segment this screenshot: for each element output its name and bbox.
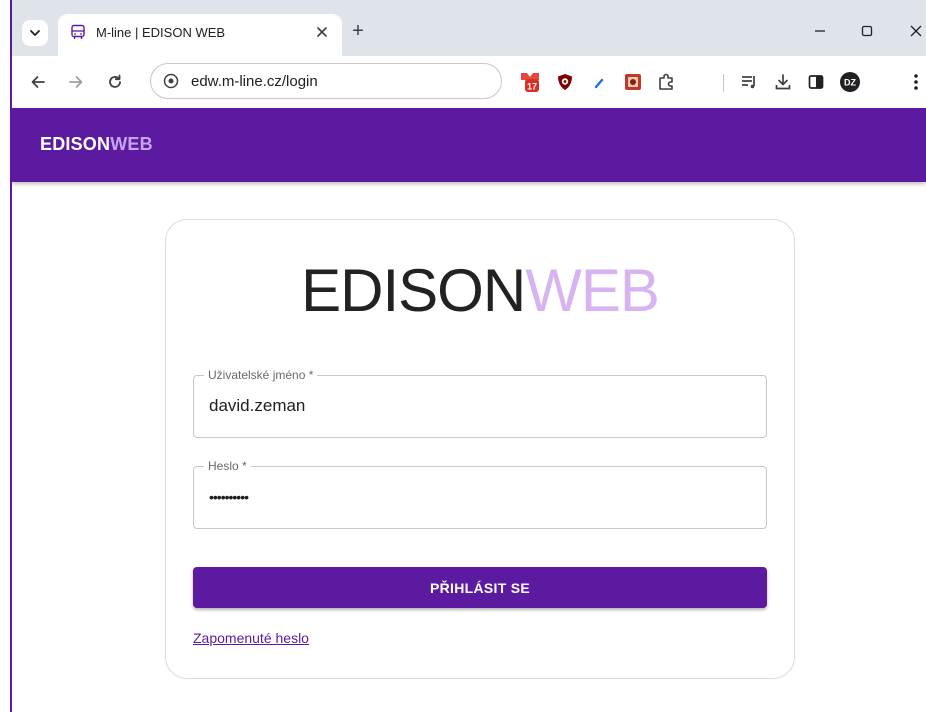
username-input[interactable]: david.zeman — [209, 396, 305, 416]
toolbar-separator — [723, 74, 724, 92]
logo-main: EDISON — [301, 257, 526, 324]
reload-button[interactable] — [102, 69, 128, 95]
tab-search-button[interactable] — [22, 20, 48, 46]
profile-button[interactable]: DZ — [838, 70, 862, 94]
maximize-icon — [861, 25, 873, 37]
tab-title: M-line | EDISON WEB — [96, 25, 226, 40]
close-icon — [317, 27, 327, 37]
tab-strip: M-line | EDISON WEB + — [12, 0, 926, 56]
browser-window: M-line | EDISON WEB + edw.m-line.cz/logi… — [0, 0, 926, 712]
forward-button[interactable] — [63, 69, 89, 95]
maximize-button[interactable] — [853, 17, 881, 45]
new-tab-button[interactable]: + — [346, 19, 370, 43]
login-logo: EDISONWEB — [166, 256, 794, 325]
browser-toolbar: edw.m-line.cz/login 17 DZ — [12, 56, 926, 109]
forgot-password-link[interactable]: Zapomenuté heslo — [193, 630, 309, 646]
side-panel-button[interactable] — [804, 70, 828, 94]
site-info-icon[interactable] — [163, 73, 179, 89]
side-panel-icon — [808, 75, 824, 89]
header-brand-logo[interactable]: EDISONWEB — [40, 134, 153, 155]
bus-icon — [71, 24, 85, 39]
pen-icon — [594, 78, 604, 89]
brand-main: EDISON — [40, 134, 111, 154]
brand-accent: WEB — [110, 134, 153, 154]
calendar-icon: 17 — [521, 73, 539, 92]
extensions-button[interactable] — [654, 70, 678, 94]
queue-music-icon — [742, 76, 755, 89]
puzzle-icon — [659, 73, 673, 90]
arrow-right-icon — [69, 76, 83, 88]
avatar: DZ — [840, 72, 860, 92]
ublock-extension-icon[interactable] — [553, 70, 577, 94]
login-button[interactable]: PŘIHLÁSIT SE — [193, 567, 767, 608]
password-label: Heslo * — [204, 459, 251, 473]
back-button[interactable] — [25, 69, 51, 95]
login-card: EDISONWEB Uživatelské jméno * david.zema… — [165, 219, 795, 679]
more-vertical-icon — [914, 74, 918, 90]
password-input[interactable]: •••••••••• — [209, 489, 249, 505]
arrow-left-icon — [31, 76, 45, 88]
calendar-badge: 17 — [527, 82, 537, 92]
username-label: Uživatelské jméno * — [204, 368, 318, 382]
window-border — [10, 0, 12, 712]
minimize-button[interactable] — [806, 17, 834, 45]
profile-initials: DZ — [844, 78, 856, 88]
address-bar[interactable]: edw.m-line.cz/login — [150, 63, 502, 99]
address-url: edw.m-line.cz/login — [191, 73, 318, 90]
game-icon — [625, 74, 641, 90]
minimize-icon — [815, 30, 825, 32]
app-header: EDISONWEB — [12, 108, 926, 182]
username-field[interactable]: Uživatelské jméno * david.zeman — [193, 368, 767, 438]
download-icon — [775, 74, 791, 90]
picture-extension-icon[interactable] — [621, 70, 645, 94]
calendar-extension-icon[interactable]: 17 — [518, 70, 542, 94]
pen-extension-icon[interactable] — [588, 70, 612, 94]
shield-icon — [558, 74, 572, 90]
password-field[interactable]: Heslo * •••••••••• — [193, 459, 767, 529]
tab-close-button[interactable] — [312, 22, 332, 42]
downloads-button[interactable] — [771, 70, 795, 94]
window-close-button[interactable] — [902, 17, 926, 45]
logo-accent: WEB — [525, 257, 660, 324]
reload-icon — [109, 74, 121, 88]
tab-active[interactable]: M-line | EDISON WEB — [58, 14, 342, 56]
chevron-down-icon — [30, 30, 40, 36]
reading-list-button[interactable] — [737, 70, 761, 94]
browser-menu-button[interactable] — [904, 70, 926, 94]
close-icon — [910, 25, 922, 37]
